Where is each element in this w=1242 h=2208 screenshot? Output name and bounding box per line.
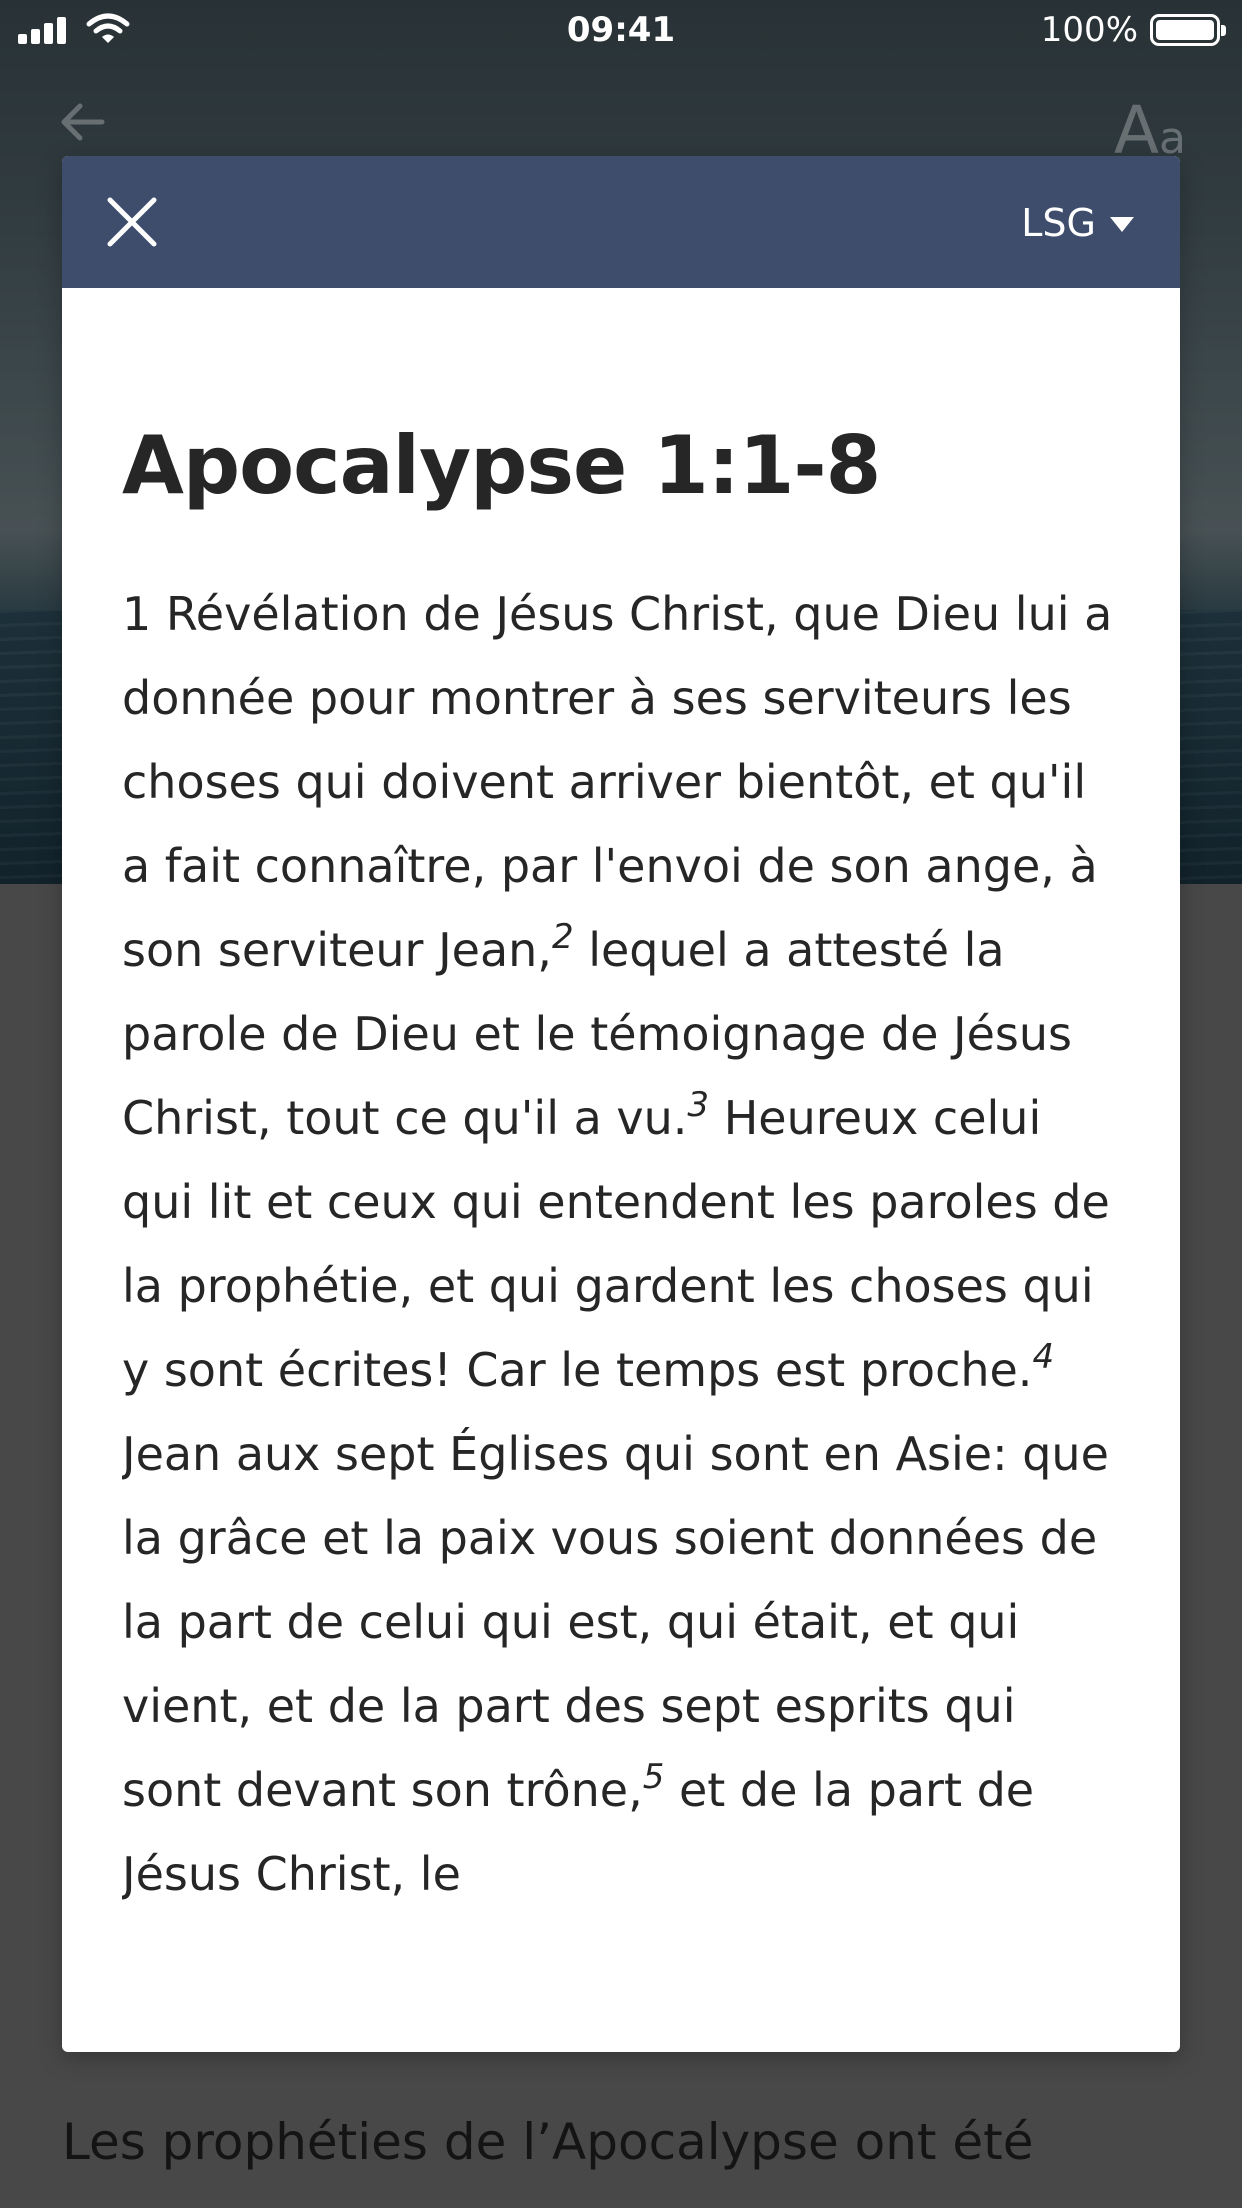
version-label: LSG (1021, 201, 1096, 245)
modal-body[interactable]: Apocalypse 1:1-8 1 Révélation de Jésus C… (122, 288, 1122, 2052)
battery-icon (1150, 14, 1226, 46)
close-icon[interactable] (106, 196, 158, 248)
verse-text: Jean aux sept Églises qui sont en Asie: … (122, 1427, 1109, 1817)
verse-number: 2 (551, 917, 574, 957)
chevron-down-icon (1110, 216, 1134, 232)
version-dropdown[interactable]: LSG (1021, 198, 1134, 248)
modal-header: LSG (62, 156, 1180, 288)
status-bar: 09:41 100% (0, 0, 1242, 62)
verse-number: 1 (122, 587, 152, 641)
verse-number: 4 (1032, 1337, 1055, 1377)
verse-number: 3 (687, 1085, 710, 1125)
battery-percent: 100% (1040, 10, 1138, 50)
passage-modal: LSG Apocalypse 1:1-8 1 Révélation de Jés… (62, 156, 1180, 2052)
passage-text: 1 Révélation de Jésus Christ, que Dieu l… (122, 572, 1122, 1916)
passage-title: Apocalypse 1:1-8 (122, 419, 881, 512)
verse-text: Révélation de Jésus Christ, que Dieu lui… (122, 587, 1113, 977)
back-arrow-icon[interactable] (56, 96, 108, 153)
verse-number: 5 (642, 1757, 665, 1797)
